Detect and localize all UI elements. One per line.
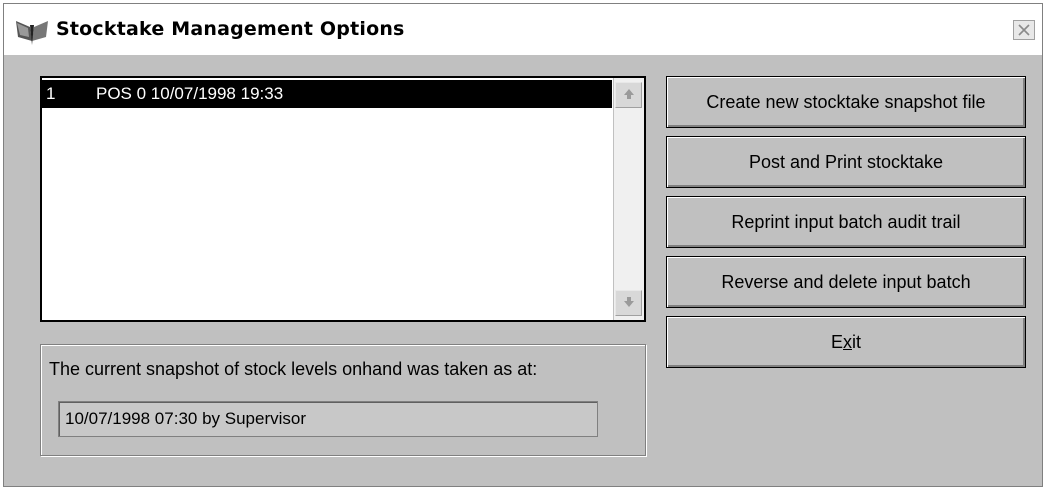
exit-accelerator: x <box>843 332 852 352</box>
post-print-button[interactable]: Post and Print stocktake <box>666 136 1026 188</box>
create-snapshot-button[interactable]: Create new stocktake snapshot file <box>666 76 1026 128</box>
title-bar[interactable]: Stocktake Management Options <box>4 4 1042 55</box>
snapshot-label: The current snapshot of stock levels onh… <box>49 359 538 379</box>
scroll-down-arrow-icon <box>623 295 635 311</box>
reverse-delete-button[interactable]: Reverse and delete input batch <box>666 256 1026 308</box>
exit-label-suffix: it <box>852 332 861 352</box>
exit-button[interactable]: Exit <box>666 316 1026 368</box>
moth-logo-icon <box>14 19 50 47</box>
snapshot-value-field: 10/07/1998 07:30 by Supervisor <box>58 401 598 437</box>
scroll-up-arrow-icon <box>623 87 635 103</box>
exit-label-prefix: E <box>830 332 843 352</box>
list-item-text: POS 0 10/07/1998 19:33 <box>96 84 284 103</box>
scroll-up-button[interactable] <box>615 82 642 108</box>
stocktake-dialog: Stocktake Management Options 1 POS 0 10/… <box>3 3 1043 487</box>
close-button[interactable] <box>1013 20 1035 40</box>
list-item-number: 1 <box>46 84 56 103</box>
window-title: Stocktake Management Options <box>56 18 405 40</box>
scroll-down-button[interactable] <box>615 290 642 316</box>
close-icon <box>1018 24 1030 36</box>
batch-list[interactable]: 1 POS 0 10/07/1998 19:33 <box>40 76 646 322</box>
list-item[interactable]: 1 POS 0 10/07/1998 19:33 <box>42 80 612 108</box>
snapshot-info-panel: The current snapshot of stock levels onh… <box>40 344 646 456</box>
reprint-audit-button[interactable]: Reprint input batch audit trail <box>666 196 1026 248</box>
vertical-scrollbar[interactable] <box>613 78 644 320</box>
